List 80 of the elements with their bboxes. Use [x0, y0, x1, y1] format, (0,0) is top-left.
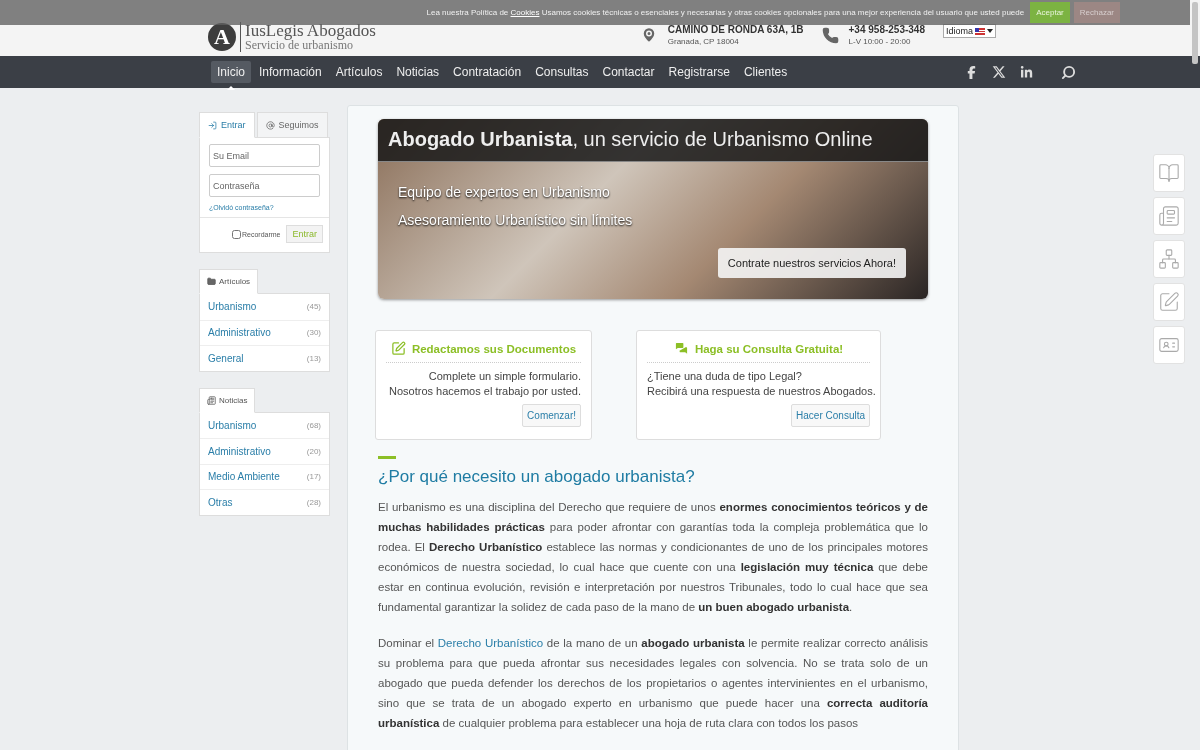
card-text: Nosotros hacemos el trabajo por usted. — [389, 384, 581, 399]
nav-link[interactable]: Contactar — [596, 61, 661, 83]
phone-icon — [821, 26, 839, 44]
card-button[interactable]: Comenzar! — [522, 404, 581, 427]
card-text: ¿Tiene una duda de tipo Legal? — [647, 369, 802, 384]
category-count: (13) — [306, 353, 321, 363]
chevron-down-icon — [987, 29, 993, 33]
card-title: Redactamos sus Documentos — [386, 341, 581, 363]
hero-title: Abogado Urbanista, un servicio de Urbanismo Online — [378, 119, 928, 162]
category-count: (17) — [306, 472, 321, 482]
category-label: Urbanismo — [208, 301, 257, 313]
side-tool-button[interactable] — [1153, 197, 1185, 235]
hire-button[interactable]: Contrate nuestros servicios Ahora! — [717, 248, 906, 278]
category-label: Urbanismo — [208, 419, 257, 431]
category-item[interactable]: Administrativo (30) — [200, 319, 329, 345]
folder-icon — [207, 277, 216, 286]
inline-link[interactable]: Derecho Urbanístico — [437, 637, 544, 649]
nav-link[interactable]: Artículos — [329, 61, 389, 83]
chat-icon — [673, 341, 689, 356]
login-tab[interactable]: Entrar — [199, 112, 255, 138]
side-tool-button[interactable] — [1153, 326, 1185, 364]
logo-tagline: Servicio de urbanismo — [245, 39, 353, 52]
edit-icon — [1158, 291, 1180, 313]
category-label: Medio Ambiente — [208, 471, 280, 483]
email-field[interactable]: Su Email — [209, 144, 320, 167]
newspaper-icon — [1158, 205, 1180, 227]
category-item[interactable]: General (13) — [200, 345, 329, 371]
category-item[interactable]: Urbanismo (68) — [200, 412, 329, 438]
category-count: (45) — [306, 302, 321, 312]
phone-number: +34 958-253-348 — [848, 24, 925, 35]
category-label: Otras — [208, 496, 233, 508]
category-label: Administrativo — [208, 327, 271, 339]
article-heading: ¿Por qué necesito un abogado urbanista? — [378, 467, 696, 487]
nav-link[interactable]: Contratación — [447, 61, 528, 83]
category-count: (30) — [306, 328, 321, 338]
search-icon[interactable] — [1061, 64, 1077, 80]
card-text: Complete un simple formulario. — [428, 369, 581, 384]
newspaper-icon — [207, 395, 216, 405]
remember-checkbox[interactable] — [231, 229, 241, 239]
hero-line: Asesoramiento Urbanístico sin límites — [398, 212, 634, 228]
category-item[interactable]: Medio Ambiente (17) — [200, 463, 329, 489]
card-text: Recibirá una respuesta de nuestros Abogados. — [647, 384, 876, 399]
card-button[interactable]: Hacer Consulta — [791, 404, 870, 427]
at-sign-icon — [265, 120, 275, 130]
password-field[interactable]: Contraseña — [209, 174, 320, 197]
sign-in-icon — [208, 120, 217, 130]
cookie-notice: Lea nuestra Política de Cookies Usamos cookies técnicas o esenciales y necesarias y otras cookies opcionales para una mejor experiencia del usuario que usted puede — [426, 8, 1025, 17]
category-label: General — [208, 352, 244, 364]
article-paragraph: Dominar el Derecho Urbanístico de la mano de un abogado urbanista le permite realizar correcto análisis su problema para que pueda afrontar sus necesidades legales con solvencia. No se trata solo de un abogado que pueda defender los derechos de los propietarios o agentes intervinientes en el urbanismo, sino que se trata de un abogado experto en urbanismo que puede hacer una correcta auditoría urbanística de cualquier problema para establecer una hoja de ruta clara con todos los pasos — [378, 636, 928, 731]
logo-mark: A — [208, 23, 236, 51]
category-count: (20) — [306, 446, 321, 456]
active-caret-icon — [227, 86, 235, 90]
category-label: Administrativo — [208, 445, 271, 457]
category-item[interactable]: Administrativo (20) — [200, 438, 329, 464]
address-line: CAMINO DE RONDA 63A, 1B — [667, 24, 804, 35]
edit-icon — [390, 341, 406, 356]
list-title: Artículos — [219, 277, 251, 286]
article-paragraph: El urbanismo es una disciplina del Derecho que requiere de unos enormes conocimientos teóricos y de muchas habilidades prácticas para poder afrontar con garantías toda la compleja problemática que lo rodea. El Derecho Urbanístico establece las normas y condicionantes de uno de los principales motores económicos de nuestra sociedad, lo cual hace que cuente con una legislación muy técnica que debe estar en continua evolución, revisión e interpretación por nuestros Tribunales, todo lo cual hace que sea fundamental garantizar la solidez de cada paso de la mano de un buen abogado urbanista. — [378, 500, 928, 615]
category-count: (68) — [306, 420, 321, 430]
cookies-link[interactable]: Cookies — [510, 8, 540, 17]
x-icon[interactable] — [992, 65, 1007, 79]
opening-hours: L-V 10:00 - 20:00 — [848, 37, 912, 46]
sitemap-icon — [1158, 248, 1180, 270]
category-count: (28) — [306, 497, 321, 507]
nav-link[interactable]: Clientes — [737, 61, 794, 83]
logo-name: IusLegis Abogados — [245, 22, 376, 39]
nav-link[interactable]: Noticias — [390, 61, 446, 83]
nav-link[interactable]: Consultas — [529, 61, 595, 83]
nav-link[interactable]: Registrarse — [662, 61, 736, 83]
address-city: Granada, CP 18004 — [667, 37, 740, 46]
linkedin-icon[interactable] — [1020, 65, 1034, 79]
hero-line: Equipo de expertos en Urbanismo — [398, 184, 611, 200]
flag-icon — [975, 27, 985, 35]
login-tab[interactable]: Seguimos — [256, 112, 328, 138]
book-icon — [1158, 162, 1180, 184]
list-title: Noticias — [219, 395, 248, 405]
category-item[interactable]: Otras (28) — [200, 489, 329, 515]
nav-link[interactable]: Información — [253, 61, 328, 83]
category-item[interactable]: Urbanismo (45) — [200, 294, 329, 320]
card-title: Haga su Consulta Gratuita! — [647, 341, 870, 363]
